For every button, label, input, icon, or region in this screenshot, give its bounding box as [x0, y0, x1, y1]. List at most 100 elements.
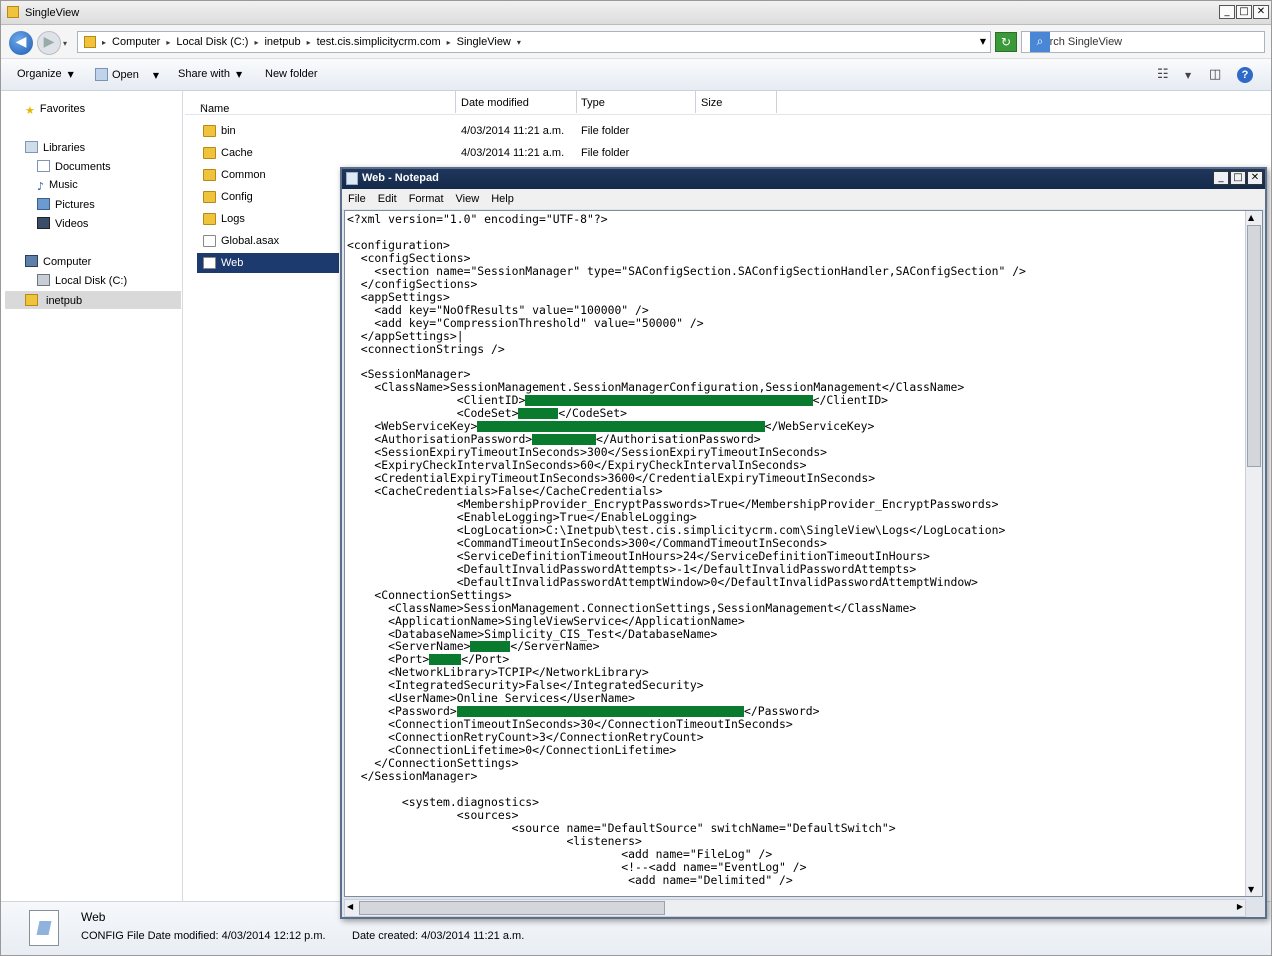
folder-icon: [203, 213, 216, 225]
address-row: ◀ ▶ ▾ ▸ Computer ▸ Local Disk (C:) ▸ ine…: [1, 25, 1271, 59]
menu-file[interactable]: File: [348, 193, 366, 205]
address-bar[interactable]: ▸ Computer ▸ Local Disk (C:) ▸ inetpub ▸…: [77, 31, 991, 53]
minimize-button[interactable]: _: [1213, 171, 1229, 185]
chevron-right-icon[interactable]: ▸: [166, 36, 170, 48]
code-text: <!--<add name="EventLog" />: [347, 859, 807, 874]
address-dropdown-icon[interactable]: ▼: [980, 37, 986, 46]
column-size[interactable]: Size: [701, 97, 722, 113]
share-with-button[interactable]: Share with ▼: [178, 68, 242, 80]
code-line: <DatabaseName>Simplicity_CIS_Test</Datab…: [347, 627, 1247, 641]
code-text: <ApplicationName>SingleViewService</Appl…: [347, 613, 745, 628]
column-date-modified[interactable]: Date modified: [461, 97, 529, 113]
nav-music[interactable]: ♪ Music: [37, 179, 78, 193]
search-icon[interactable]: ⌕: [1030, 32, 1050, 52]
nav-inetpub[interactable]: inetpub: [5, 291, 181, 309]
column-divider[interactable]: [776, 91, 777, 113]
code-text: </CodeSet>: [558, 406, 627, 421]
code-text: <Password>: [347, 704, 457, 719]
horizontal-scrollbar[interactable]: ◀ ▶: [344, 899, 1246, 917]
nav-videos[interactable]: Videos: [37, 217, 88, 230]
chevron-down-icon[interactable]: ▼: [153, 71, 159, 80]
file-name: Cache: [221, 147, 253, 159]
chevron-down-icon[interactable]: ▼: [1185, 71, 1191, 80]
notepad-window-controls: _ □ ✕: [1213, 171, 1263, 185]
code-text: <SessionManager>: [347, 367, 471, 382]
column-type[interactable]: Type: [581, 97, 605, 113]
code-text: <?xml version="1.0" encoding="UTF-8"?>: [347, 213, 608, 226]
menu-format[interactable]: Format: [409, 193, 444, 205]
help-icon[interactable]: ?: [1237, 67, 1253, 83]
search-input[interactable]: Search SingleView ⌕: [1021, 31, 1265, 53]
nav-local-disk[interactable]: Local Disk (C:): [37, 274, 127, 287]
scroll-right-icon[interactable]: ▶: [1237, 902, 1243, 911]
nav-pictures[interactable]: Pictures: [37, 198, 95, 211]
breadcrumb-local-disk[interactable]: Local Disk (C:): [176, 36, 248, 48]
code-text: <Port>: [347, 652, 430, 667]
back-button[interactable]: ◀: [9, 31, 33, 55]
code-text: <ConnectionLifetime>0</ConnectionLifetim…: [347, 743, 677, 758]
code-line: <?xml version="1.0" encoding="UTF-8"?>: [347, 213, 1247, 226]
sort-up-icon: ^: [200, 103, 207, 112]
code-text: <SessionExpiryTimeoutInSeconds>300</Sess…: [347, 445, 828, 460]
new-folder-button[interactable]: New folder: [265, 68, 318, 80]
column-divider[interactable]: [576, 91, 577, 113]
vertical-scrollbar[interactable]: ▲ ▼: [1245, 211, 1262, 896]
file-row-cache[interactable]: Cache 4/03/2014 11:21 a.m. File folder: [197, 143, 1271, 163]
file-row-logs[interactable]: Logs: [197, 209, 339, 229]
file-row-bin[interactable]: bin 4/03/2014 11:21 a.m. File folder: [197, 121, 1271, 141]
menu-edit[interactable]: Edit: [378, 193, 397, 205]
file-row-web[interactable]: Web: [197, 253, 339, 273]
refresh-button[interactable]: ↻: [995, 32, 1017, 52]
maximize-button[interactable]: □: [1236, 5, 1252, 19]
nav-documents[interactable]: Documents: [37, 160, 111, 173]
preview-pane-icon[interactable]: ◫: [1209, 67, 1221, 82]
menu-view[interactable]: View: [456, 193, 480, 205]
breadcrumb-inetpub[interactable]: inetpub: [264, 36, 300, 48]
breadcrumb-computer[interactable]: Computer: [112, 36, 160, 48]
history-dropdown-icon[interactable]: ▾: [63, 39, 67, 48]
nav-label: Videos: [55, 218, 89, 230]
close-button[interactable]: ✕: [1253, 5, 1269, 19]
scroll-thumb[interactable]: [1247, 225, 1261, 467]
organize-button[interactable]: Organize ▼: [17, 68, 74, 80]
forward-button[interactable]: ▶: [37, 31, 61, 55]
chevron-right-icon[interactable]: ▸: [254, 36, 258, 48]
chevron-right-icon[interactable]: ▸: [307, 36, 311, 48]
file-row-common[interactable]: Common: [197, 165, 339, 185]
notepad-title-bar[interactable]: Web - Notepad _ □ ✕: [342, 169, 1265, 189]
breadcrumb-singleview[interactable]: SingleView: [457, 36, 511, 48]
scroll-thumb[interactable]: [359, 901, 665, 915]
chevron-right-icon[interactable]: ▸: [447, 36, 451, 48]
menu-help[interactable]: Help: [491, 193, 514, 205]
chevron-down-icon: ▼: [235, 70, 243, 79]
code-text: </ConnectionSettings>: [347, 756, 519, 771]
close-button[interactable]: ✕: [1247, 171, 1263, 185]
videos-icon: [37, 217, 50, 229]
redaction-block: [477, 421, 765, 433]
code-line: <add name="Delimited" />: [347, 873, 1247, 887]
code-line: <section name="SessionManager" type="SAC…: [347, 264, 1247, 278]
nav-computer[interactable]: Computer: [25, 255, 91, 268]
file-row-global-asax[interactable]: Global.asax: [197, 231, 339, 251]
chevron-right-icon[interactable]: ▸: [102, 36, 106, 48]
breadcrumb-site[interactable]: test.cis.simplicitycrm.com: [317, 36, 441, 48]
view-icon[interactable]: ☷: [1157, 67, 1169, 82]
scroll-down-icon[interactable]: ▼: [1248, 885, 1254, 894]
column-divider[interactable]: [455, 91, 456, 113]
config-file-icon: [29, 910, 59, 946]
editor-content[interactable]: <?xml version="1.0" encoding="UTF-8"?> <c…: [347, 213, 1247, 893]
scroll-left-icon[interactable]: ◀: [347, 902, 353, 911]
scroll-up-icon[interactable]: ▲: [1248, 213, 1254, 222]
file-row-config[interactable]: Config: [197, 187, 339, 207]
nav-libraries[interactable]: Libraries: [25, 141, 85, 154]
text-editor[interactable]: <?xml version="1.0" encoding="UTF-8"?> <c…: [344, 210, 1263, 897]
column-divider[interactable]: [695, 91, 696, 113]
chevron-down-icon[interactable]: ▾: [517, 36, 521, 48]
maximize-button[interactable]: □: [1230, 171, 1246, 185]
code-text: <CacheCredentials>False</CacheCredential…: [347, 484, 663, 499]
code-text: <UserName>Online Services</UserName>: [347, 691, 636, 706]
minimize-button[interactable]: _: [1219, 5, 1235, 19]
open-button[interactable]: Open ▼: [95, 68, 159, 81]
nav-favorites[interactable]: ★ Favorites: [25, 103, 85, 117]
nav-label: inetpub: [46, 295, 83, 307]
